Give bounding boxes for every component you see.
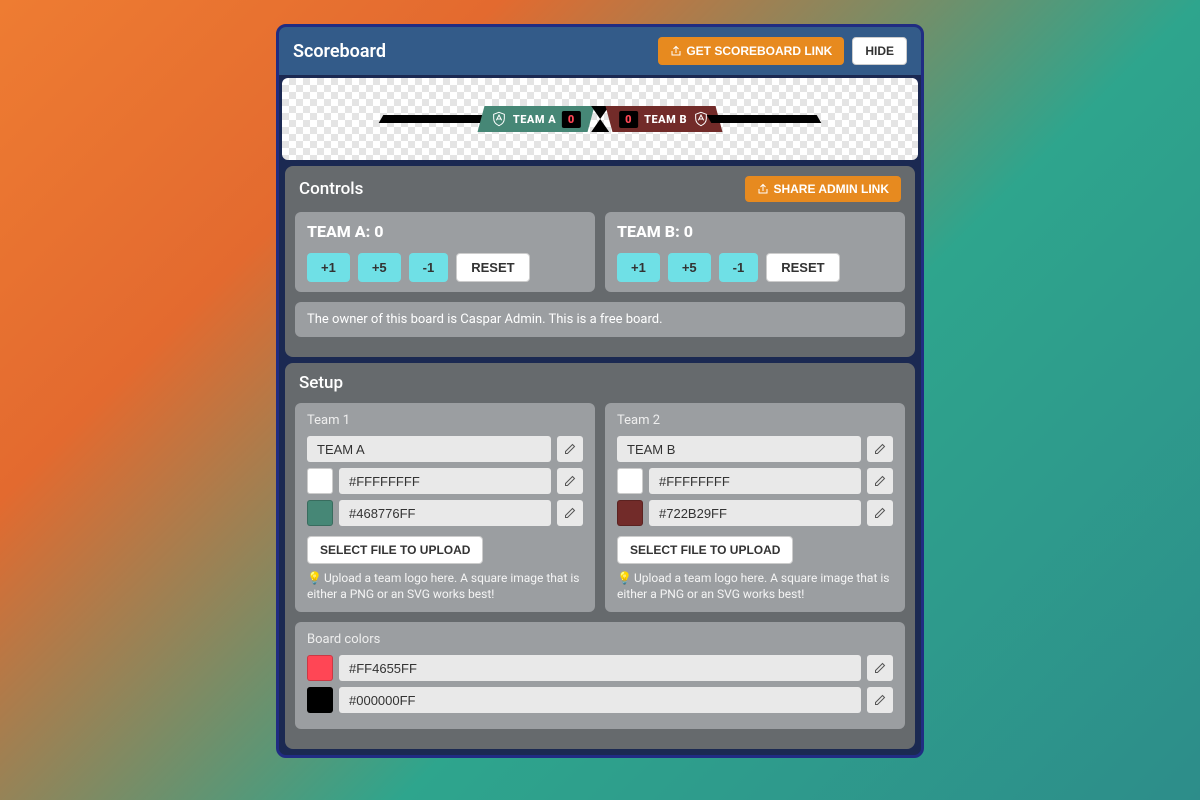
scoreboard-title: Scoreboard [293,41,658,62]
scorebar: TEAM A 0 0 TEAM B [381,106,819,132]
team-a-score: 0 [562,111,581,128]
bulb-icon: 💡 [307,571,322,585]
share-icon [757,183,769,195]
team2-label: Team 2 [617,413,893,428]
pencil-icon [564,443,576,455]
team2-bgcolor-swatch[interactable] [617,500,643,526]
pencil-icon [874,443,886,455]
team-a-minus1-button[interactable]: -1 [409,253,449,282]
base-color-input[interactable] [339,687,861,713]
share-admin-link-button[interactable]: SHARE ADMIN LINK [745,176,901,202]
team-a-controls: TEAM A: 0 +1 +5 -1 RESET [295,212,595,292]
board-colors-card: Board colors [295,622,905,729]
team2-name-input[interactable] [617,436,861,462]
team2-textcolor-edit-button[interactable] [867,468,893,494]
team2-upload-button[interactable]: SELECT FILE TO UPLOAD [617,536,793,564]
owner-info: The owner of this board is Caspar Admin.… [295,302,905,337]
team1-setup: Team 1 SELECT FILE TO UP [295,403,595,612]
team-a-plus1-button[interactable]: +1 [307,253,350,282]
team1-textcolor-swatch[interactable] [307,468,333,494]
team1-textcolor-edit-button[interactable] [557,468,583,494]
board-colors-label: Board colors [307,632,893,647]
team-b-controls: TEAM B: 0 +1 +5 -1 RESET [605,212,905,292]
wing-right [707,115,822,123]
share-icon [670,45,682,57]
team2-name-edit-button[interactable] [867,436,893,462]
team-b-plus5-button[interactable]: +5 [668,253,711,282]
setup-section: Setup Team 1 [285,363,915,749]
controls-title: Controls [299,179,745,199]
pencil-icon [874,662,886,674]
shield-icon [491,111,507,127]
team-a-name: TEAM A [513,113,556,126]
shield-icon [693,111,709,127]
team1-bgcolor-swatch[interactable] [307,500,333,526]
team1-name-input[interactable] [307,436,551,462]
pencil-icon [874,475,886,487]
team-b-plus1-button[interactable]: +1 [617,253,660,282]
wing-left [379,115,494,123]
team1-bgcolor-input[interactable] [339,500,551,526]
team2-setup: Team 2 SELECT FILE TO UPLOAD [605,403,905,612]
team2-textcolor-input[interactable] [649,468,861,494]
get-scoreboard-link-button[interactable]: GET SCOREBOARD LINK [658,37,844,65]
accent-color-swatch[interactable] [307,655,333,681]
team-b-score-header: TEAM B: 0 [617,222,893,241]
team-b-reset-button[interactable]: RESET [766,253,839,282]
team1-textcolor-input[interactable] [339,468,551,494]
controls-section: Controls SHARE ADMIN LINK TEAM A: 0 +1 +… [285,166,915,357]
base-color-edit-button[interactable] [867,687,893,713]
team-a-plus5-button[interactable]: +5 [358,253,401,282]
base-color-swatch[interactable] [307,687,333,713]
team-a-reset-button[interactable]: RESET [456,253,529,282]
scoreboard-preview: TEAM A 0 0 TEAM B [282,78,918,160]
team2-textcolor-swatch[interactable] [617,468,643,494]
team1-bgcolor-edit-button[interactable] [557,500,583,526]
team1-upload-button[interactable]: SELECT FILE TO UPLOAD [307,536,483,564]
team2-hint: 💡Upload a team logo here. A square image… [617,570,893,602]
team-b-name: TEAM B [644,113,687,126]
pencil-icon [874,694,886,706]
pencil-icon [564,475,576,487]
team-b-minus1-button[interactable]: -1 [719,253,759,282]
team-a-score-header: TEAM A: 0 [307,222,583,241]
bulb-icon: 💡 [617,571,632,585]
team1-hint: 💡Upload a team logo here. A square image… [307,570,583,602]
hide-button[interactable]: HIDE [852,37,907,65]
team-b-score: 0 [619,111,638,128]
team1-name-edit-button[interactable] [557,436,583,462]
accent-color-edit-button[interactable] [867,655,893,681]
pencil-icon [874,507,886,519]
accent-color-input[interactable] [339,655,861,681]
team-b-slab: 0 TEAM B [606,106,723,132]
team1-label: Team 1 [307,413,583,428]
pencil-icon [564,507,576,519]
team-a-slab: TEAM A 0 [478,106,595,132]
setup-title: Setup [299,373,901,393]
team2-bgcolor-edit-button[interactable] [867,500,893,526]
team2-bgcolor-input[interactable] [649,500,861,526]
app-shell: Scoreboard GET SCOREBOARD LINK HIDE TEAM… [276,24,924,758]
scoreboard-header: Scoreboard GET SCOREBOARD LINK HIDE [279,27,921,75]
